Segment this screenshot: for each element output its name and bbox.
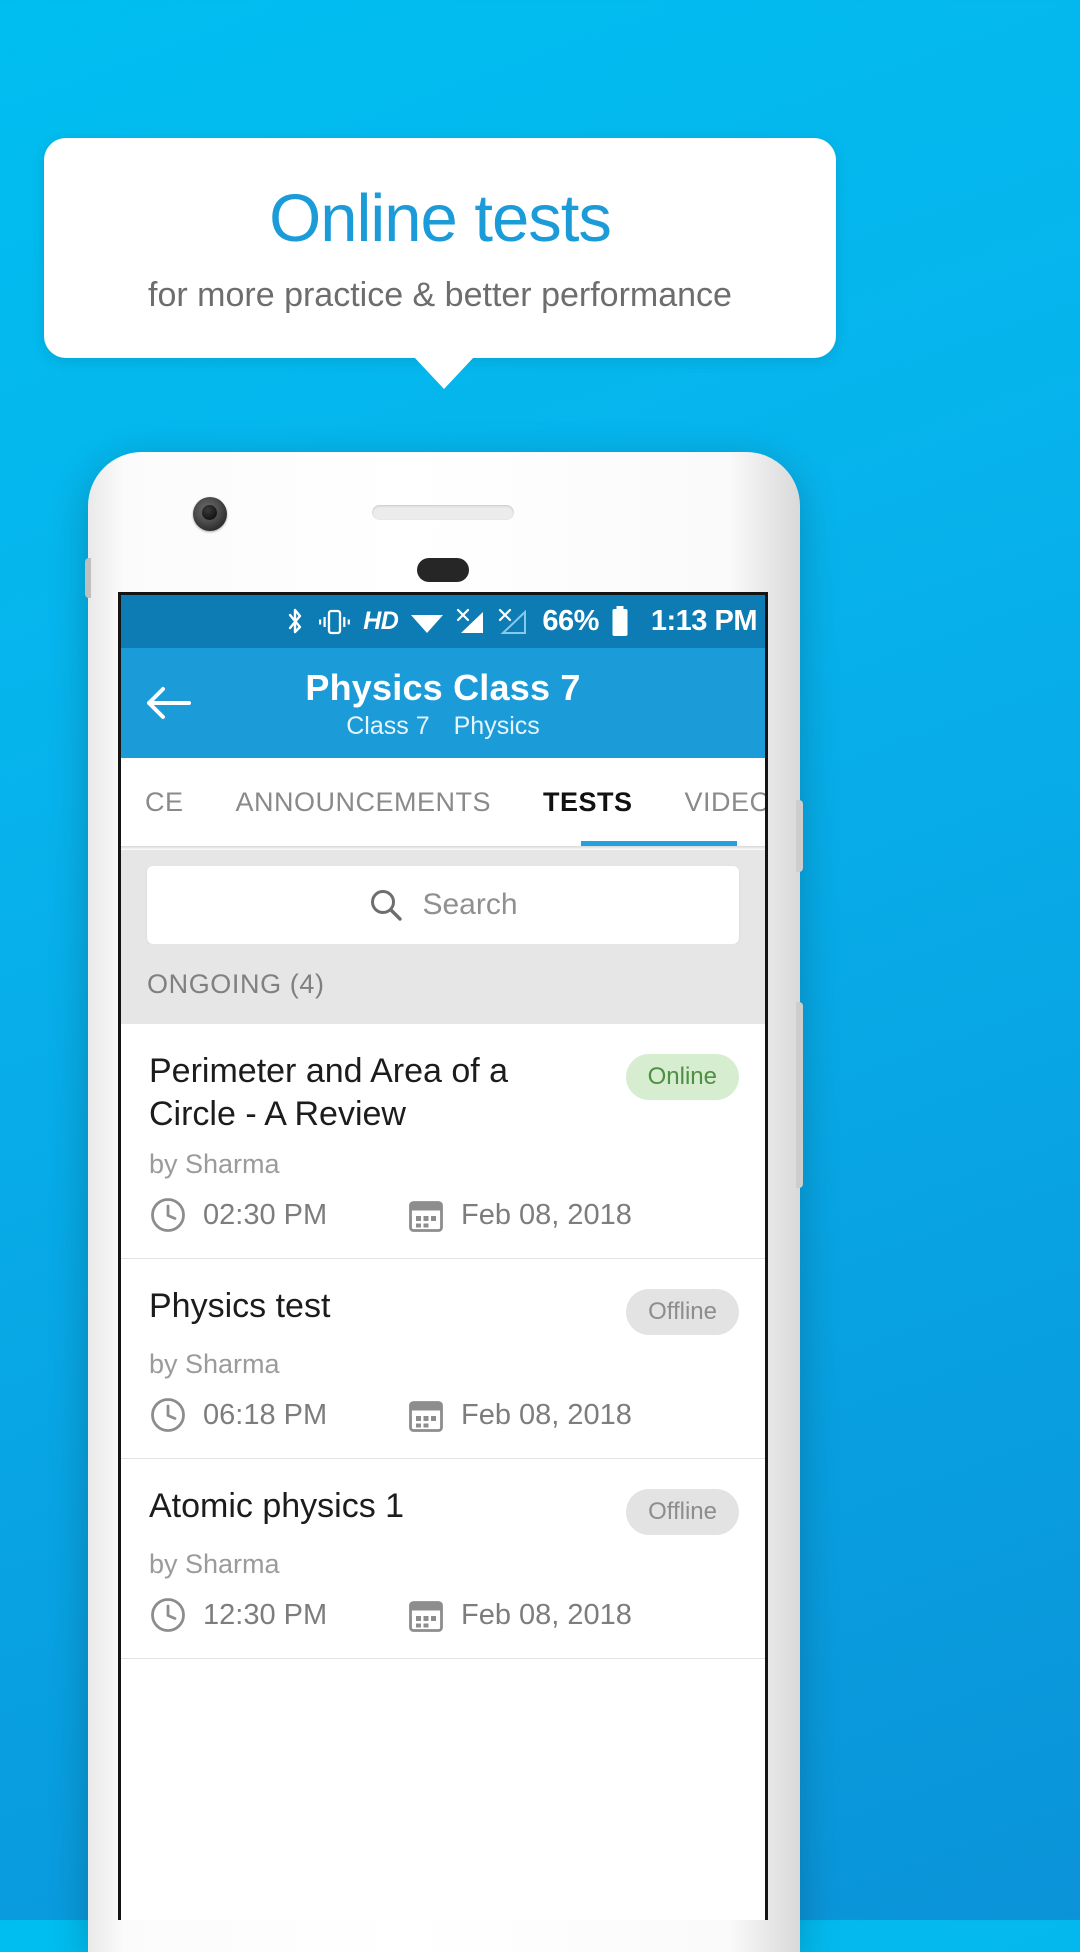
breadcrumb-class: Class 7 (346, 712, 430, 741)
section-header-label: ONGOING (4) (147, 968, 325, 999)
status-badge: Offline (626, 1289, 739, 1335)
battery-percent-label: 66% (542, 605, 599, 637)
calendar-icon (409, 1201, 443, 1232)
phone-side-left-button (85, 558, 91, 598)
test-title: Perimeter and Area of a Circle - A Revie… (149, 1052, 509, 1133)
tab-bar: CE ANNOUNCEMENTS TESTS VIDEOS (121, 758, 765, 846)
clock-icon (151, 1398, 185, 1432)
hd-icon: HD (363, 607, 399, 635)
section-header-ongoing: ONGOING (4) (121, 944, 765, 1024)
tab-announcements[interactable]: ANNOUNCEMENTS (210, 758, 518, 846)
promo-title: Online tests (269, 180, 612, 256)
test-time: 06:18 PM (203, 1398, 328, 1431)
tab-videos[interactable]: VIDEOS (659, 758, 765, 846)
table-row[interactable]: Atomic physics 1 Offline by Sharma 12:30… (121, 1459, 765, 1659)
status-badge: Online (625, 1054, 739, 1100)
vibrate-icon (319, 609, 351, 634)
calendar-icon (409, 1601, 443, 1632)
tests-list: Perimeter and Area of a Circle - A Revie… (121, 1024, 765, 1659)
breadcrumb: Class 7 Physics (121, 712, 765, 741)
tab-ce[interactable]: CE (121, 758, 210, 846)
status-badge: Offline (626, 1489, 739, 1535)
promo-subtitle: for more practice & better performance (148, 275, 732, 314)
test-author: by Sharma (149, 1149, 280, 1179)
signal-off-icon (457, 608, 484, 633)
search-area: Search (121, 850, 765, 944)
test-date: Feb 08, 2018 (461, 1398, 632, 1431)
test-date: Feb 08, 2018 (461, 1198, 632, 1231)
table-row[interactable]: Physics test Offline by Sharma 06:18 PM (121, 1259, 765, 1459)
wifi-icon (411, 615, 444, 633)
search-placeholder: Search (422, 888, 518, 921)
app-bar: Physics Class 7 Class 7 Physics (121, 648, 765, 758)
test-time: 12:30 PM (203, 1598, 328, 1631)
phone-power-button (796, 800, 803, 872)
search-input[interactable]: Search (147, 866, 739, 944)
tab-tests[interactable]: TESTS (517, 758, 659, 846)
status-bar: HD 66% 1:13 PM (121, 595, 765, 648)
front-camera-icon (193, 497, 227, 531)
earpiece-speaker (372, 505, 514, 520)
breadcrumb-subject: Physics (453, 712, 540, 741)
calendar-icon (409, 1401, 443, 1432)
phone-volume-button (796, 1002, 803, 1188)
test-title: Atomic physics 1 (149, 1487, 405, 1525)
phone-screen: HD 66% 1:13 PM Physics Class 7 Class 7 P… (118, 592, 768, 1920)
promo-callout-tail (414, 357, 474, 389)
tab-active-indicator (581, 841, 737, 846)
test-author: by Sharma (149, 1349, 280, 1379)
search-icon (371, 890, 403, 921)
page-title: Physics Class 7 (305, 666, 581, 708)
promo-callout: Online tests for more practice & better … (44, 138, 836, 358)
test-author: by Sharma (149, 1549, 280, 1579)
test-title: Physics test (149, 1287, 331, 1325)
bluetooth-icon (289, 608, 302, 633)
clock-icon (151, 1598, 185, 1632)
proximity-sensor (417, 558, 469, 582)
table-row[interactable]: Perimeter and Area of a Circle - A Revie… (121, 1024, 765, 1259)
clock-icon (151, 1198, 185, 1232)
battery-icon (612, 606, 628, 636)
signal-off-2-icon (499, 608, 527, 634)
test-date: Feb 08, 2018 (461, 1598, 632, 1631)
back-arrow-icon[interactable] (145, 682, 191, 724)
status-bar-clock: 1:13 PM (650, 605, 758, 637)
test-time: 02:30 PM (203, 1198, 328, 1231)
